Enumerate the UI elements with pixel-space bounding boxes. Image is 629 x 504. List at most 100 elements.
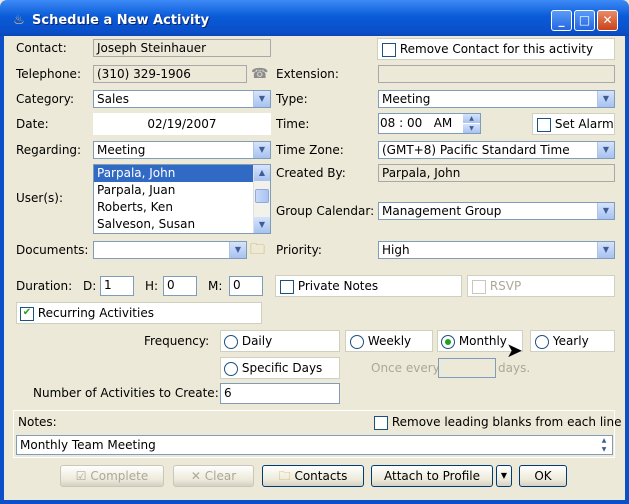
group-calendar-label: Group Calendar: [276, 204, 375, 218]
ok-button[interactable]: OK [519, 465, 567, 487]
minimize-button[interactable]: _ [551, 10, 572, 31]
timezone-select[interactable]: (GMT+8) Pacific Standard Time ▼ [378, 141, 615, 159]
type-value: Meeting [382, 92, 431, 106]
clear-button[interactable]: ✕ Clear [173, 465, 254, 487]
scroll-up-icon[interactable]: ▲ [254, 165, 270, 181]
mouse-cursor-icon: ➤ [506, 338, 523, 362]
priority-select[interactable]: High ▼ [378, 241, 615, 259]
phone-dial-icon[interactable]: ☎ [251, 66, 269, 82]
radio-circle[interactable] [441, 334, 455, 349]
scroll-up-icon[interactable]: ▲ [597, 436, 611, 445]
contacts-button[interactable]: 🗀 Contacts [262, 465, 364, 487]
time-ampm[interactable]: AM [434, 116, 453, 130]
frequency-monthly-radio[interactable]: Monthly [441, 334, 507, 349]
close-button[interactable]: ✕ [597, 10, 618, 31]
telephone-field: (310) 329-1906 [93, 65, 247, 83]
chevron-down-icon[interactable]: ▼ [597, 242, 614, 258]
radio-circle[interactable] [535, 334, 549, 349]
type-select[interactable]: Meeting ▼ [378, 90, 615, 108]
private-notes-label: Private Notes [297, 279, 379, 293]
documents-label: Documents: [16, 243, 89, 257]
list-item[interactable]: Salveson, Susan [94, 216, 270, 233]
chevron-down-icon[interactable]: ▼ [597, 142, 614, 158]
radio-circle[interactable] [224, 361, 238, 376]
chevron-down-icon[interactable]: ▼ [253, 91, 270, 107]
folder-icon[interactable]: 🗀 [250, 240, 270, 258]
list-item[interactable]: Parpala, Juan [94, 182, 270, 199]
checkbox-box[interactable]: ✔ [20, 306, 34, 321]
num-activities-input[interactable]: 6 [220, 383, 340, 404]
radio-circle[interactable] [224, 334, 238, 349]
frequency-daily-label: Daily [241, 334, 273, 348]
clear-label: Clear [204, 469, 237, 483]
time-separator: : [399, 116, 404, 130]
timezone-label: Time Zone: [276, 143, 344, 157]
checkbox-box[interactable] [382, 42, 396, 57]
once-every-label: Once every [371, 361, 440, 375]
date-field[interactable]: 02/19/2007 [93, 113, 271, 135]
attach-to-profile-button[interactable]: Attach to Profile [371, 465, 493, 487]
check-icon: ☑ [75, 469, 87, 483]
frequency-daily-radio[interactable]: Daily [224, 334, 272, 349]
specific-days-radio[interactable]: Specific Days [224, 361, 322, 376]
time-minute[interactable]: 00 [407, 116, 422, 130]
remove-contact-checkbox[interactable]: Remove Contact for this activity [382, 42, 593, 57]
chevron-down-icon[interactable]: ▼ [229, 242, 246, 258]
extension-field [378, 65, 615, 83]
frequency-yearly-radio[interactable]: Yearly [535, 334, 589, 349]
duration-h-label: H: [145, 279, 159, 293]
regarding-label: Regarding: [16, 143, 82, 157]
private-notes-checkbox[interactable]: Private Notes [280, 279, 378, 294]
attach-dropdown-icon[interactable]: ▼ [496, 465, 512, 487]
duration-minutes-input[interactable]: 0 [229, 276, 263, 296]
notes-value: Monthly Team Meeting [20, 438, 156, 452]
list-item[interactable]: Roberts, Ken [94, 199, 270, 216]
notes-textarea[interactable]: Monthly Team Meeting [16, 435, 613, 455]
window-title: Schedule a New Activity [32, 13, 210, 28]
chevron-down-icon[interactable]: ▼ [253, 142, 270, 158]
time-hour[interactable]: 08 [380, 116, 395, 130]
remove-blanks-label: Remove leading blanks from each line [391, 415, 622, 429]
app-icon: ♨ [13, 13, 25, 28]
radio-circle[interactable] [350, 334, 364, 349]
time-label: Time: [276, 117, 310, 131]
duration-d-label: D: [83, 279, 97, 293]
scroll-down-icon[interactable]: ▼ [254, 217, 270, 233]
spin-down-icon[interactable]: ▼ [463, 124, 480, 133]
complete-label: Complete [90, 469, 149, 483]
duration-days-input[interactable]: 1 [100, 276, 134, 296]
checkbox-box[interactable] [537, 117, 551, 132]
scroll-down-icon[interactable]: ▼ [597, 445, 611, 454]
chevron-down-icon[interactable]: ▼ [597, 91, 614, 107]
type-label: Type: [276, 92, 308, 106]
rsvp-checkbox[interactable]: RSVP [472, 279, 521, 294]
set-alarm-checkbox[interactable]: Set Alarm [537, 117, 614, 132]
contacts-label: Contacts [294, 469, 348, 483]
spin-up-icon[interactable]: ▲ [463, 114, 480, 123]
frequency-weekly-radio[interactable]: Weekly [350, 334, 411, 349]
regarding-select[interactable]: Meeting ▼ [93, 141, 271, 159]
users-list[interactable]: Parpala, John Parpala, Juan Roberts, Ken… [93, 164, 271, 234]
complete-button[interactable]: ☑ Complete [60, 465, 164, 487]
chevron-down-icon[interactable]: ▼ [597, 203, 614, 219]
category-select[interactable]: Sales ▼ [93, 90, 271, 108]
users-scrollbar[interactable]: ▲ ▼ [253, 165, 270, 233]
group-calendar-select[interactable]: Management Group ▼ [378, 202, 615, 220]
maximize-button[interactable]: □ [574, 10, 595, 31]
recurring-label: Recurring Activities [37, 306, 154, 320]
checkbox-box[interactable] [472, 279, 486, 294]
remove-blanks-checkbox[interactable]: Remove leading blanks from each line [374, 415, 621, 430]
created-by-label: Created By: [276, 166, 346, 180]
scroll-thumb[interactable] [255, 189, 269, 203]
frequency-weekly-label: Weekly [367, 334, 412, 348]
notes-label: Notes: [18, 415, 57, 429]
list-item[interactable]: Parpala, John [94, 165, 270, 182]
date-label: Date: [16, 117, 49, 131]
once-every-input[interactable] [438, 358, 496, 378]
recurring-checkbox[interactable]: ✔ Recurring Activities [20, 306, 154, 321]
documents-select[interactable]: ▼ [93, 241, 247, 259]
checkbox-box[interactable] [280, 279, 294, 294]
clear-x-icon: ✕ [190, 469, 201, 483]
checkbox-box[interactable] [374, 415, 388, 430]
duration-hours-input[interactable]: 0 [163, 276, 197, 296]
